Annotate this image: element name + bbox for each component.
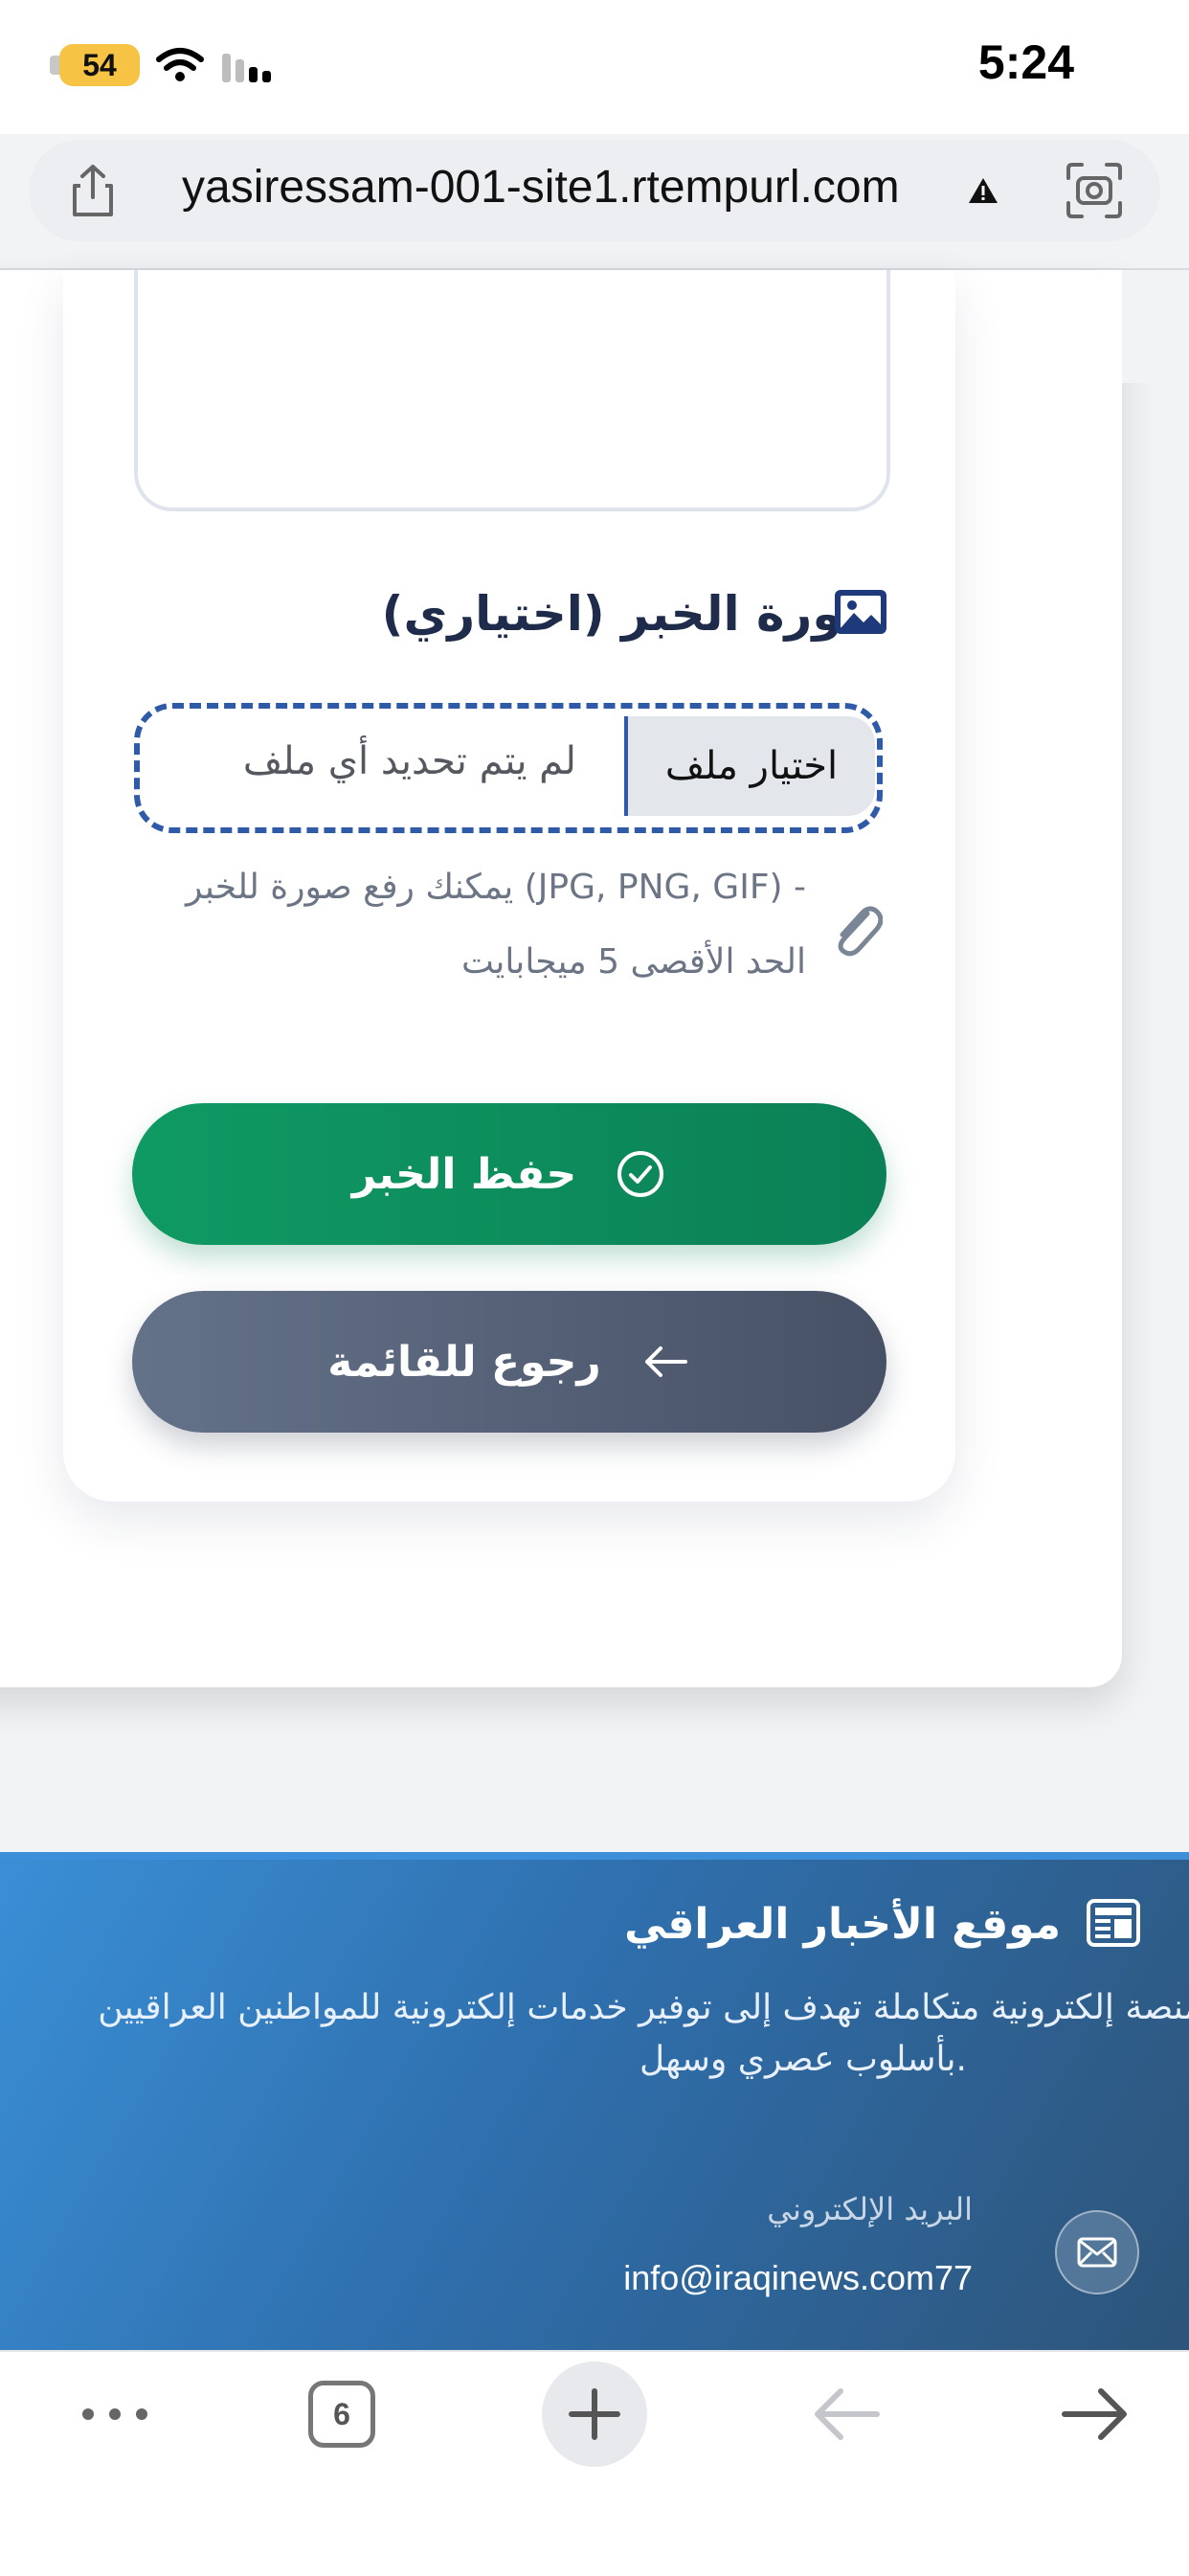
wifi-icon xyxy=(156,48,204,81)
news-content-textarea[interactable] xyxy=(134,270,890,511)
footer-site-title: موقع الأخبار العراقي xyxy=(624,1900,1061,1949)
envelope-icon xyxy=(1077,2237,1117,2268)
image-field-label: صورة الخبر (اختياري) xyxy=(381,586,888,642)
no-file-selected-text: لم يتم تحديد أي ملف xyxy=(242,739,576,783)
back-arrow-icon[interactable] xyxy=(808,2381,885,2448)
forward-arrow-icon[interactable] xyxy=(1057,2381,1133,2448)
upload-hint-line2: الحد الأقصى 5 ميجابايت xyxy=(460,942,806,982)
cellular-signal-icon xyxy=(222,54,271,82)
tabs-button[interactable]: 6 xyxy=(308,2381,375,2448)
footer-description-line1: منصة إلكترونية متكاملة تهدف إلى توفير خد… xyxy=(98,1988,1189,2027)
arrow-left-icon xyxy=(644,1346,687,1377)
footer-email-label: البريد الإلكتروني xyxy=(767,2191,973,2227)
more-options-icon[interactable] xyxy=(77,2390,153,2438)
battery-indicator: 54 xyxy=(50,44,140,86)
footer-description-line2: بأسلوب عصري وسهل. xyxy=(639,2040,967,2079)
choose-file-label: اختيار ملف xyxy=(664,744,839,788)
image-icon xyxy=(835,590,886,634)
save-news-button[interactable]: حفظ الخبر xyxy=(132,1103,886,1245)
choose-file-button[interactable]: اختيار ملف xyxy=(624,716,875,816)
footer-top-border xyxy=(0,1852,1189,1860)
battery-level: 54 xyxy=(82,47,117,82)
tab-count: 6 xyxy=(333,2396,350,2431)
back-to-list-button[interactable]: رجوع للقائمة xyxy=(132,1291,886,1433)
back-to-list-label: رجوع للقائمة xyxy=(327,1337,601,1387)
page-edge xyxy=(1122,270,1189,383)
share-icon[interactable] xyxy=(61,159,124,222)
paperclip-icon xyxy=(838,906,883,957)
status-time: 5:24 xyxy=(977,35,1074,89)
plus-icon xyxy=(569,2388,620,2440)
check-circle-icon xyxy=(617,1151,664,1197)
warning-icon xyxy=(969,178,998,203)
new-tab-button[interactable] xyxy=(542,2361,647,2467)
footer-email-link[interactable]: info@iraqinews.com77 xyxy=(623,2258,973,2298)
url-text[interactable]: yasiressam-001-site1.rtempurl.com xyxy=(182,161,900,214)
save-news-label: حفظ الخبر xyxy=(351,1149,577,1199)
upload-hint-line1: يمكنك رفع صورة للخبر (JPG, PNG, GIF) - xyxy=(186,868,806,907)
email-badge xyxy=(1055,2210,1139,2294)
camera-lens-icon[interactable] xyxy=(1063,159,1126,222)
newspaper-icon xyxy=(1087,1899,1140,1947)
